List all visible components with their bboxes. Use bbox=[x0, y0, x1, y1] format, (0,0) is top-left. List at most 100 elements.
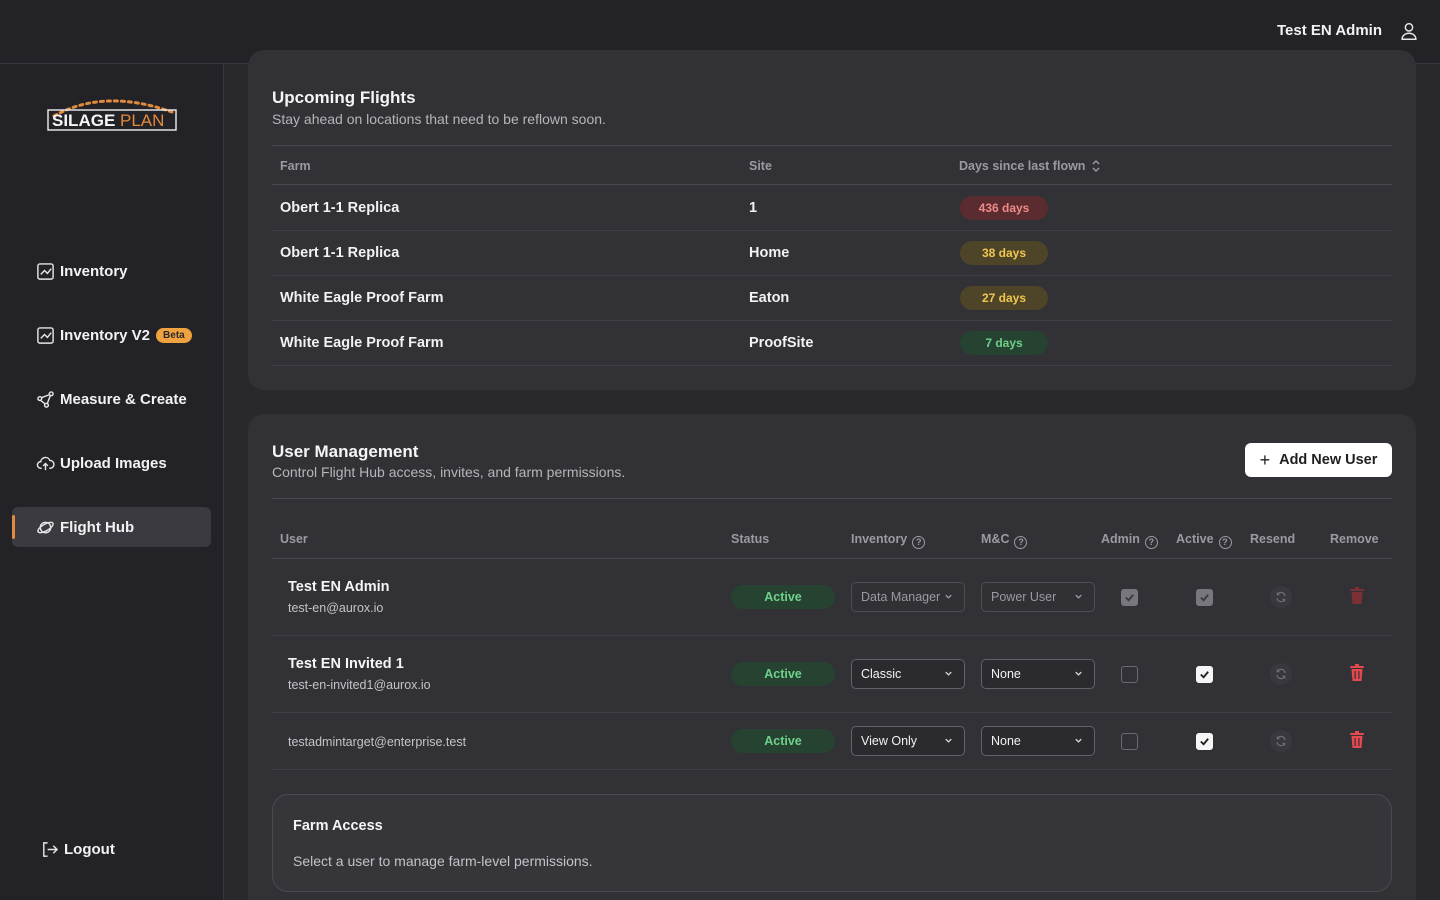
active-checkbox bbox=[1196, 589, 1213, 606]
select-value: View Only bbox=[861, 734, 918, 748]
farm-cell: White Eagle Proof Farm bbox=[280, 335, 444, 351]
trash-icon[interactable] bbox=[1349, 664, 1365, 682]
chart-icon bbox=[37, 262, 54, 280]
table-row[interactable]: White Eagle Proof Farm ProofSite 7 days bbox=[272, 321, 1392, 366]
farm-access-title: Farm Access bbox=[293, 818, 383, 834]
sidebar-item-label: Measure & Create bbox=[60, 390, 187, 408]
col-user: User bbox=[280, 532, 308, 546]
table-row: Test EN Invited 1 test-en-invited1@aurox… bbox=[272, 636, 1392, 713]
sidebar: SILAGE PLAN Inventory Inventory V2 Beta … bbox=[0, 64, 224, 900]
cloud-upload-icon bbox=[36, 456, 55, 470]
chevron-down-icon bbox=[945, 671, 952, 676]
logout-button[interactable]: Logout bbox=[40, 840, 115, 859]
logout-icon bbox=[43, 842, 59, 857]
inventory-role-select[interactable]: Classic bbox=[851, 659, 965, 689]
chevron-down-icon bbox=[1075, 738, 1082, 743]
select-value: None bbox=[991, 667, 1021, 681]
chevron-down-icon bbox=[1075, 671, 1082, 676]
user-icon[interactable] bbox=[1398, 20, 1420, 42]
farm-cell: Obert 1-1 Replica bbox=[280, 200, 400, 216]
site-cell: Home bbox=[749, 245, 790, 261]
flights-table-header: Farm Site Days since last flown bbox=[272, 145, 1392, 185]
inventory-role-select[interactable]: View Only bbox=[851, 726, 965, 756]
user-name: Test EN Invited 1 bbox=[288, 656, 404, 672]
sort-icon[interactable] bbox=[1091, 159, 1101, 173]
farm-access-panel: Farm Access Select a user to manage farm… bbox=[272, 794, 1392, 892]
resend-invite-button[interactable] bbox=[1270, 730, 1292, 752]
col-farm: Farm bbox=[280, 159, 311, 173]
trash-icon bbox=[1350, 587, 1364, 604]
flights-subtitle: Stay ahead on locations that need to be … bbox=[272, 111, 606, 127]
active-checkbox[interactable] bbox=[1196, 733, 1213, 750]
sidebar-item-inventory-v2[interactable]: Inventory V2 Beta bbox=[12, 315, 211, 355]
site-cell: ProofSite bbox=[749, 335, 814, 351]
site-cell: Eaton bbox=[749, 290, 790, 306]
sidebar-item-measure-create[interactable]: Measure & Create bbox=[12, 379, 211, 419]
days-badge: 38 days bbox=[960, 241, 1048, 265]
chevron-down-icon bbox=[945, 738, 952, 743]
status-badge: Active bbox=[731, 585, 835, 609]
select-value: Data Manager bbox=[861, 590, 941, 604]
table-row: Test EN Admin test-en@aurox.io Active Da… bbox=[272, 559, 1392, 636]
trash-icon[interactable] bbox=[1349, 731, 1365, 749]
col-mc: M&C? bbox=[981, 532, 1028, 549]
current-user-name[interactable]: Test EN Admin bbox=[1277, 22, 1382, 39]
mc-role-select[interactable]: None bbox=[981, 659, 1095, 689]
col-remove: Remove bbox=[1330, 532, 1379, 546]
resend-invite-button[interactable] bbox=[1270, 663, 1292, 685]
table-row[interactable]: White Eagle Proof Farm Eaton 27 days bbox=[272, 276, 1392, 321]
select-value: None bbox=[991, 734, 1021, 748]
days-badge: 27 days bbox=[960, 286, 1048, 310]
inventory-role-select: Data Manager bbox=[851, 582, 965, 612]
resend-invite-button bbox=[1270, 586, 1292, 608]
col-active: Active? bbox=[1176, 532, 1232, 549]
user-name: Test EN Admin bbox=[288, 579, 390, 595]
table-row[interactable]: Obert 1-1 Replica 1 436 days bbox=[272, 186, 1392, 231]
status-badge: Active bbox=[731, 729, 835, 753]
admin-checkbox[interactable] bbox=[1121, 666, 1138, 683]
table-row: testadmintarget@enterprise.test Active V… bbox=[272, 713, 1392, 770]
users-table-header: User Status Inventory? M&C? Admin? Activ… bbox=[272, 519, 1392, 559]
users-subtitle: Control Flight Hub access, invites, and … bbox=[272, 464, 626, 480]
farm-cell: Obert 1-1 Replica bbox=[280, 245, 400, 261]
sidebar-item-upload-images[interactable]: Upload Images bbox=[12, 443, 211, 483]
select-value: Power User bbox=[991, 590, 1057, 604]
add-new-user-button[interactable]: + Add New User bbox=[1245, 443, 1392, 477]
active-checkbox[interactable] bbox=[1196, 666, 1213, 683]
svg-text:SILAGE: SILAGE bbox=[52, 111, 115, 130]
sidebar-item-flight-hub[interactable]: Flight Hub bbox=[12, 507, 211, 547]
refresh-icon bbox=[1276, 591, 1286, 603]
sidebar-item-label: Inventory V2 bbox=[60, 326, 151, 344]
col-status: Status bbox=[731, 532, 770, 546]
select-value: Classic bbox=[861, 667, 902, 681]
mc-role-select[interactable]: None bbox=[981, 726, 1095, 756]
help-icon[interactable]: ? bbox=[912, 536, 926, 549]
svg-text:PLAN: PLAN bbox=[120, 111, 164, 130]
silageplan-logo[interactable]: SILAGE PLAN bbox=[44, 94, 184, 138]
chevron-down-icon bbox=[945, 594, 952, 599]
admin-checkbox[interactable] bbox=[1121, 733, 1138, 750]
site-cell: 1 bbox=[749, 200, 758, 216]
planet-icon bbox=[37, 521, 54, 533]
help-icon[interactable]: ? bbox=[1218, 536, 1232, 549]
col-admin: Admin? bbox=[1101, 532, 1158, 549]
logout-label: Logout bbox=[64, 841, 115, 858]
refresh-icon bbox=[1276, 668, 1286, 680]
user-email: test-en@aurox.io bbox=[288, 601, 384, 615]
user-email: test-en-invited1@aurox.io bbox=[288, 678, 431, 692]
col-days-since-flown[interactable]: Days since last flown bbox=[959, 159, 1085, 173]
plus-icon: + bbox=[1259, 449, 1271, 470]
days-badge: 7 days bbox=[960, 331, 1048, 355]
refresh-icon bbox=[1276, 735, 1286, 747]
chart-icon bbox=[37, 326, 54, 344]
flights-title: Upcoming Flights bbox=[272, 88, 416, 107]
status-badge: Active bbox=[731, 662, 835, 686]
table-row[interactable]: Obert 1-1 Replica Home 38 days bbox=[272, 231, 1392, 276]
help-icon[interactable]: ? bbox=[1014, 536, 1028, 549]
admin-checkbox bbox=[1121, 589, 1138, 606]
help-icon[interactable]: ? bbox=[1144, 536, 1158, 549]
sidebar-item-inventory[interactable]: Inventory bbox=[12, 251, 211, 291]
col-site: Site bbox=[749, 159, 772, 173]
sidebar-item-label: Flight Hub bbox=[60, 518, 135, 536]
mc-role-select: Power User bbox=[981, 582, 1095, 612]
